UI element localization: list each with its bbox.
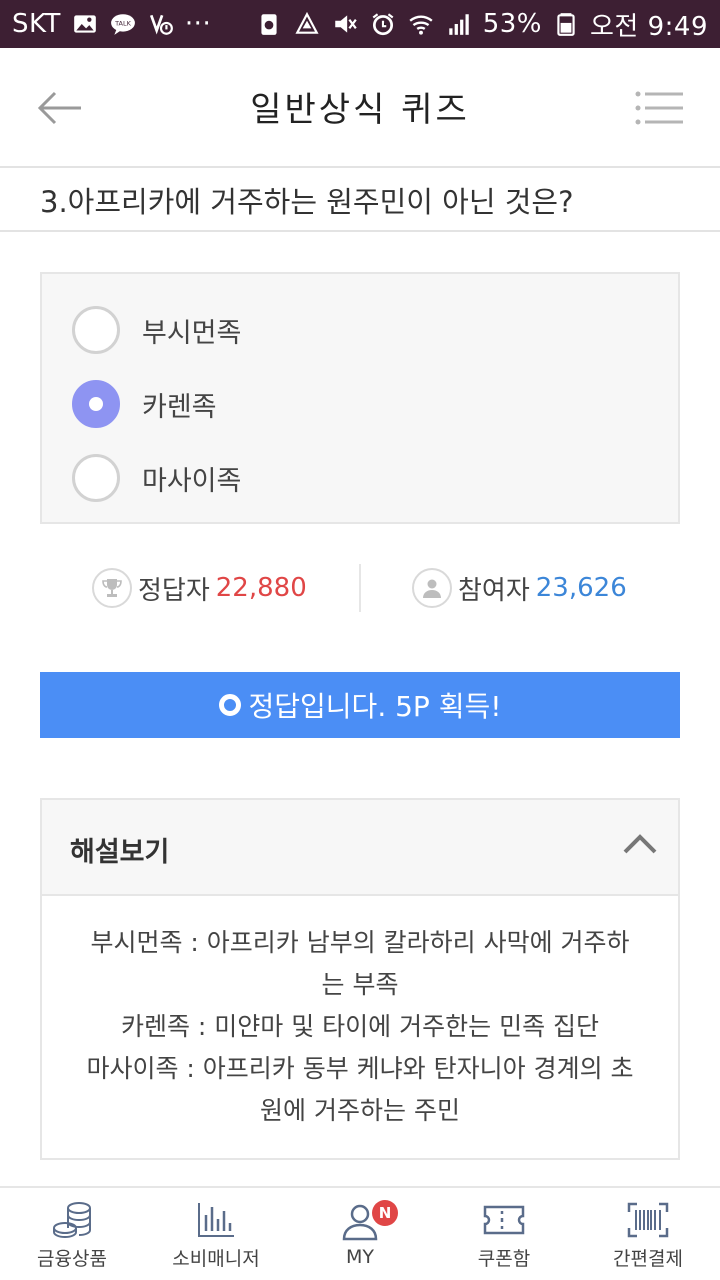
nav-label: 소비매니저 — [172, 1247, 260, 1270]
option-label: 카렌족 — [142, 391, 217, 423]
explanation-panel: 해설보기 부시먼족 : 아프리카 남부의 칼라하리 사막에 거주하 는 부족 카… — [40, 798, 680, 1160]
person-icon — [412, 568, 452, 608]
app-header: 일반상식 퀴즈 — [0, 48, 720, 168]
recycle-icon — [255, 10, 283, 38]
stats-divider — [359, 564, 361, 612]
result-text: 정답입니다. 5P 획득! — [248, 690, 502, 723]
nav-label: 금융상품 — [37, 1247, 107, 1270]
chevron-up-icon[interactable] — [620, 824, 660, 864]
participants-label: 참여자 — [458, 575, 530, 606]
clock: 오전 9:49 — [590, 11, 708, 42]
nav-my[interactable]: MY N — [288, 1188, 432, 1280]
option-label: 마사이족 — [142, 465, 242, 497]
explanation-line: 부시먼족 : 아프리카 남부의 칼라하리 사막에 거주하 — [90, 928, 630, 957]
question-text: 3.아프리카에 거주하는 원주민이 아닌 것은? — [0, 172, 720, 232]
nav-label: MY — [346, 1246, 374, 1268]
explanation-line: 원에 거주하는 주민 — [260, 1096, 460, 1125]
mute-icon — [331, 10, 359, 38]
explanation-line: 는 부족 — [321, 970, 399, 999]
list-menu-icon — [635, 91, 683, 125]
notification-badge: N — [372, 1200, 398, 1226]
voice-icon — [147, 10, 175, 38]
nav-easy-payment[interactable]: 간편결제 — [576, 1188, 720, 1280]
nfc-icon — [293, 10, 321, 38]
explanation-line: 마사이족 : 아프리카 동부 케냐와 탄자니아 경계의 초 — [86, 1054, 634, 1083]
explanation-line: 카렌족 : 미얀마 및 타이에 거주한는 민족 집단 — [120, 1012, 600, 1041]
menu-button[interactable] — [630, 84, 690, 132]
explanation-toggle[interactable]: 해설보기 — [42, 800, 678, 896]
battery-icon — [552, 10, 580, 38]
correct-stat: 정답자 22,880 — [92, 566, 307, 610]
wifi-icon — [407, 10, 435, 38]
bottom-nav: 금융상품 소비매니저 MY N 쿠폰함 간편결제 — [0, 1186, 720, 1280]
trophy-icon — [92, 568, 132, 608]
participants-count: 23,626 — [535, 573, 627, 603]
correct-count: 22,880 — [215, 573, 307, 603]
participants-stat: 참여자 23,626 — [412, 566, 627, 610]
page-title: 일반상식 퀴즈 — [250, 90, 470, 130]
quiz-stats: 정답자 22,880 참여자 23,626 — [0, 560, 720, 616]
talk-icon: TALK — [109, 10, 137, 38]
status-bar: SKT TALK ··· 53% 오전 9:49 — [0, 0, 720, 48]
nav-coupon-box[interactable]: 쿠폰함 — [432, 1188, 576, 1280]
barcode-icon — [626, 1200, 670, 1240]
option-3[interactable]: 마사이족 — [72, 448, 241, 508]
radio-button[interactable] — [72, 306, 120, 354]
radio-button-selected[interactable] — [72, 380, 120, 428]
more-dots: ··· — [184, 9, 212, 39]
bar-chart-icon — [194, 1200, 238, 1240]
coins-icon — [50, 1200, 94, 1240]
nav-financial-products[interactable]: 금융상품 — [0, 1188, 144, 1280]
nav-label: 간편결제 — [613, 1247, 683, 1270]
battery-percent: 53% — [482, 9, 542, 39]
explanation-title: 해설보기 — [70, 837, 170, 868]
correct-label: 정답자 — [138, 575, 210, 606]
option-1[interactable]: 부시먼족 — [72, 300, 241, 360]
alarm-icon — [369, 10, 397, 38]
image-icon — [71, 10, 99, 38]
carrier-label: SKT — [12, 9, 61, 39]
nav-spending-manager[interactable]: 소비매니저 — [144, 1188, 288, 1280]
option-2[interactable]: 카렌족 — [72, 374, 217, 434]
circle-correct-icon — [218, 694, 241, 716]
result-banner: 정답입니다. 5P 획득! — [40, 672, 680, 738]
option-label: 부시먼족 — [142, 317, 242, 349]
signal-icon — [445, 10, 473, 38]
svg-text:TALK: TALK — [114, 20, 132, 28]
explanation-body: 부시먼족 : 아프리카 남부의 칼라하리 사막에 거주하 는 부족 카렌족 : … — [42, 896, 678, 1132]
answer-options: 부시먼족 카렌족 마사이족 — [40, 272, 680, 524]
coupon-icon — [482, 1200, 526, 1240]
nav-label: 쿠폰함 — [477, 1247, 531, 1270]
radio-button[interactable] — [72, 454, 120, 502]
